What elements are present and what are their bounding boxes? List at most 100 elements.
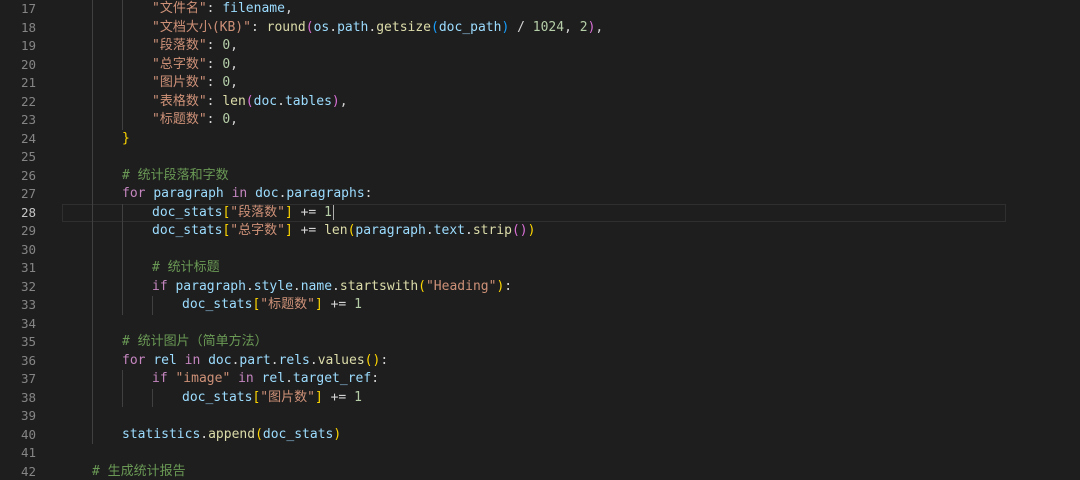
indent-guide: [92, 240, 93, 259]
indent-guide: [92, 407, 93, 426]
code-token: for: [122, 186, 146, 201]
code-line[interactable]: 23 "标题数": 0,: [0, 111, 1080, 130]
code-line[interactable]: 35 # 统计图片（简单方法）: [0, 333, 1080, 352]
code-line[interactable]: 37 if "image" in rel.target_ref:: [0, 370, 1080, 389]
code-text: doc_stats["段落数"] += 1: [152, 204, 334, 223]
code-line[interactable]: 39: [0, 407, 1080, 426]
code-token: (: [364, 352, 373, 368]
indent-guide: [92, 333, 93, 352]
code-line[interactable]: 18 "文档大小(KB)": round(os.path.getsize(doc_…: [0, 18, 1080, 38]
code-line[interactable]: 26 # 统计段落和字数: [0, 166, 1080, 185]
indent-guide: [152, 388, 153, 407]
code-token: +=: [322, 297, 355, 312]
code-token: 1: [354, 297, 362, 312]
code-token: .: [270, 352, 279, 368]
code-line[interactable]: 24}: [0, 129, 1080, 149]
code-token: :: [364, 186, 373, 201]
code-token: 2: [579, 19, 588, 35]
code-line[interactable]: 29 doc_stats["总字数"] += len(paragraph.text…: [0, 222, 1080, 241]
code-text: "段落数": 0,: [152, 37, 238, 56]
line-number: 36: [20, 352, 36, 368]
code-token: (: [245, 93, 254, 109]
code-token: doc_stats: [152, 223, 223, 238]
code-line[interactable]: 33 doc_stats["标题数"] += 1: [0, 296, 1080, 315]
line-number: 37: [20, 371, 36, 386]
code-token: 0: [222, 75, 231, 90]
code-token: :: [206, 1, 223, 16]
code-line[interactable]: 40 statistics.append(doc_stats): [0, 425, 1080, 444]
indent-guide: [92, 37, 93, 56]
code-token: paragraphs: [286, 186, 365, 201]
code-token: statistics: [122, 426, 201, 442]
code-token: doc: [208, 352, 232, 368]
code-token: doc: [253, 93, 278, 109]
code-token: 0: [222, 56, 231, 72]
line-number: 41: [20, 445, 36, 460]
code-text: for rel in doc.part.rels.values():: [122, 352, 388, 371]
code-token: (: [418, 278, 426, 294]
code-line[interactable]: 36 for rel in doc.part.rels.values():: [0, 351, 1080, 371]
code-token: "文件名": [152, 1, 207, 16]
code-line[interactable]: 32 if paragraph.style.name.startswith("He…: [0, 277, 1080, 296]
code-token: 0: [222, 112, 231, 127]
code-token: "段落数": [152, 38, 207, 53]
code-line[interactable]: 42 # 生成统计报告: [0, 463, 1080, 480]
code-token: rel: [153, 352, 177, 368]
code-line[interactable]: 17 "文件名": filename,: [0, 0, 1080, 19]
indent-guide: [152, 296, 153, 315]
code-token: if: [152, 371, 168, 386]
code-token: :: [250, 19, 267, 35]
code-line[interactable]: 30: [0, 240, 1080, 259]
code-token: :: [206, 112, 223, 127]
code-token: target_ref: [292, 371, 372, 386]
code-token: values: [317, 352, 365, 368]
code-token: len: [324, 223, 348, 238]
code-text: "图片数": 0,: [152, 74, 238, 93]
code-token: .: [285, 371, 293, 386]
code-text: }: [122, 130, 130, 149]
code-token: +=: [322, 389, 355, 405]
code-line[interactable]: 34: [0, 314, 1080, 333]
indent-guide: [92, 129, 93, 148]
indent-guide: [92, 370, 93, 389]
line-number: 39: [20, 408, 36, 423]
code-token: doc_stats: [262, 426, 334, 442]
code-token: ,: [230, 38, 238, 53]
code-line[interactable]: 20 "总字数": 0,: [0, 55, 1080, 75]
indent-guide: [122, 0, 123, 19]
code-token: "段落数": [230, 204, 285, 220]
code-text: "总字数": 0,: [152, 56, 238, 75]
code-token: .: [332, 278, 340, 294]
code-token: "文档大小(KB)": [152, 19, 251, 35]
code-token: "图片数": [152, 75, 207, 90]
code-token: +=: [292, 223, 325, 238]
code-text: "标题数": 0,: [152, 111, 238, 130]
code-line[interactable]: 28 doc_stats["段落数"] += 1: [0, 203, 1080, 223]
code-token: if: [152, 278, 168, 294]
code-token: 1: [324, 204, 332, 220]
code-token: # 生成统计报告: [92, 463, 186, 479]
code-token: rels: [278, 352, 310, 368]
code-line[interactable]: 21 "图片数": 0,: [0, 74, 1080, 93]
code-editor[interactable]: 17 "文件名": filename, 18 "文档大小(KB)": round(os…: [0, 0, 1080, 480]
code-line[interactable]: 31 # 统计标题: [0, 259, 1080, 278]
code-text: "文件名": filename,: [152, 0, 293, 19]
line-number: 23: [20, 112, 36, 127]
code-token: .: [245, 278, 254, 294]
code-token: +=: [292, 204, 325, 220]
indent-guide: [92, 314, 93, 333]
code-line[interactable]: 27 for paragraph in doc.paragraphs:: [0, 185, 1080, 204]
code-line[interactable]: 38 doc_stats["图片数"] += 1: [0, 388, 1080, 407]
code-token: part: [239, 352, 271, 368]
code-token: "标题数": [260, 297, 315, 312]
code-line[interactable]: 25: [0, 148, 1080, 167]
code-line[interactable]: 22 "表格数": len(doc.tables),: [0, 92, 1080, 111]
code-text: if "image" in rel.target_ref:: [152, 370, 379, 389]
code-token: :: [206, 38, 223, 53]
code-line[interactable]: 41: [0, 444, 1080, 463]
code-token: :: [504, 278, 513, 294]
code-text: "文档大小(KB)": round(os.path.getsize(doc_pa…: [152, 19, 603, 38]
code-line[interactable]: 19 "段落数": 0,: [0, 37, 1080, 56]
